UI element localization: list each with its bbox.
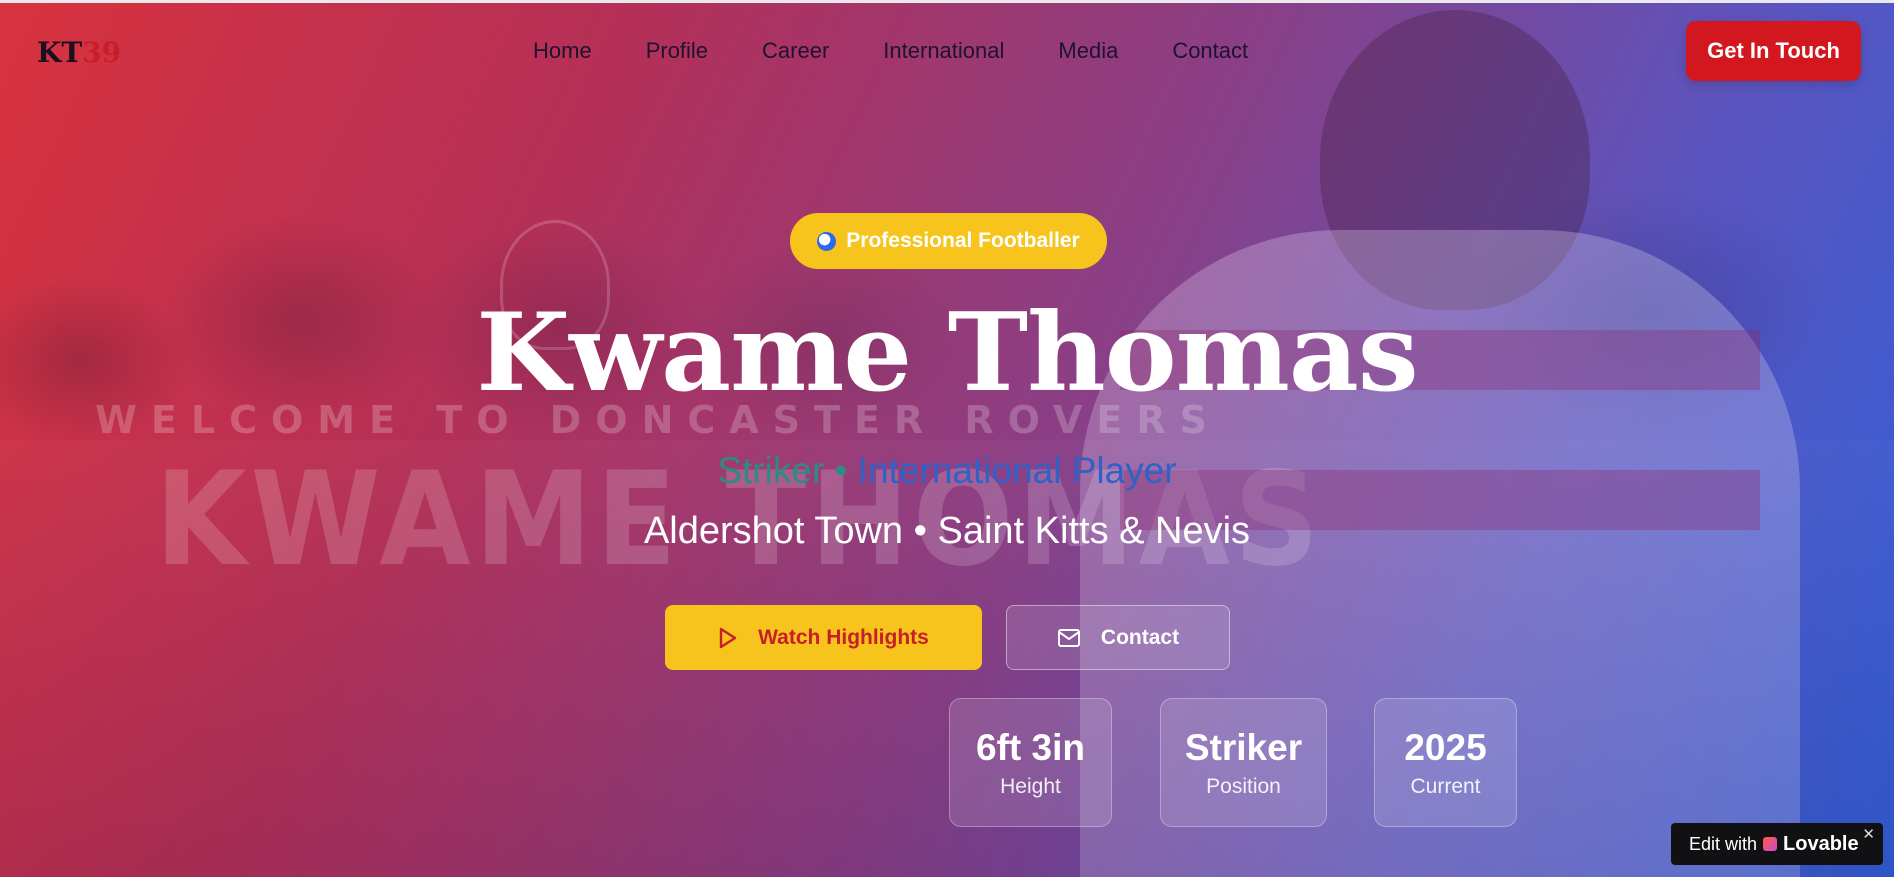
- nav-item-career[interactable]: Career: [762, 38, 829, 64]
- top-border: [0, 0, 1894, 3]
- subtitle-role: International Player: [857, 450, 1177, 491]
- stat-value: Striker: [1184, 726, 1303, 768]
- nav-item-profile[interactable]: Profile: [646, 38, 708, 64]
- hero-section: WELCOME TO DONCASTER ROVERS KWAME THOMAS: [0, 0, 1894, 877]
- nav-item-international[interactable]: International: [883, 38, 1004, 64]
- close-icon[interactable]: ✕: [1862, 825, 1875, 843]
- watch-highlights-label: Watch Highlights: [758, 625, 929, 649]
- stat-label: Height: [1000, 774, 1061, 798]
- lovable-heart-icon: [1763, 837, 1778, 851]
- watch-highlights-button[interactable]: Watch Highlights: [665, 605, 982, 670]
- position-subtitle: Striker • International Player: [0, 450, 1894, 492]
- stat-label: Position: [1206, 774, 1281, 798]
- professional-badge: Professional Footballer: [790, 213, 1107, 269]
- nav-item-media[interactable]: Media: [1058, 38, 1118, 64]
- main-nav: Home Profile Career International Media …: [533, 38, 1302, 64]
- mail-icon: [1057, 628, 1080, 647]
- lovable-brand: Lovable: [1783, 832, 1859, 855]
- edit-with-lovable-badge[interactable]: Edit with Lovable ✕: [1671, 823, 1883, 865]
- contact-label: Contact: [1100, 625, 1180, 649]
- stat-card-current: 2025 Current: [1374, 698, 1517, 827]
- subtitle-position: Striker •: [717, 450, 858, 491]
- get-in-touch-button[interactable]: Get In Touch: [1686, 21, 1861, 81]
- nav-item-contact[interactable]: Contact: [1172, 38, 1248, 64]
- logo-letters: KT: [37, 36, 83, 69]
- stat-value: 2025: [1404, 726, 1487, 768]
- play-icon: [719, 627, 737, 648]
- site-logo[interactable]: KT39: [37, 36, 121, 69]
- stat-value: 6ft 3in: [976, 726, 1085, 768]
- logo-number: 39: [82, 36, 122, 69]
- nav-item-home[interactable]: Home: [533, 38, 592, 64]
- stat-label: Current: [1410, 774, 1481, 798]
- contact-button[interactable]: Contact: [1006, 605, 1230, 670]
- stat-card-height: 6ft 3in Height: [949, 698, 1112, 827]
- stat-card-position: Striker Position: [1160, 698, 1327, 827]
- player-name-title: Kwame Thomas: [476, 290, 1418, 416]
- badge-label: Professional Footballer: [846, 229, 1080, 252]
- lovable-prefix: Edit with: [1689, 833, 1758, 854]
- club-country-line: Aldershot Town • Saint Kitts & Nevis: [643, 510, 1251, 552]
- soccer-ball-icon: [817, 231, 837, 251]
